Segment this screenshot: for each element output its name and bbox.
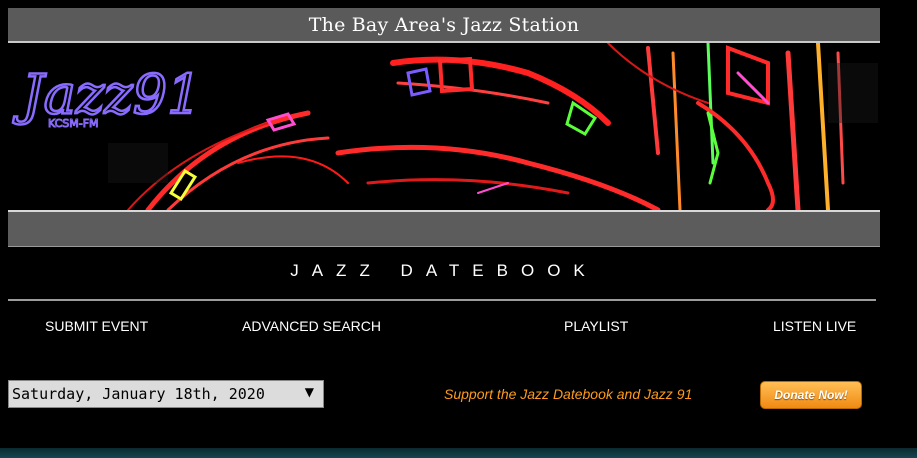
support-text[interactable]: Support the Jazz Datebook and Jazz 91 [444,386,692,402]
dotted-texture [108,63,878,183]
divider [8,299,876,301]
donate-button[interactable]: Donate Now! [760,381,862,409]
header-bar: The Bay Area's Jazz Station [8,8,880,43]
page-title: JAZZ DATEBOOK [290,261,598,280]
date-select-value: Saturday, January 18th, 2020 [12,385,265,403]
jazz91-logo: Jazz91 KCSM-FM [11,62,203,131]
nav-listen-live[interactable]: LISTEN LIVE [773,318,856,334]
banner-art: Jazz91 KCSM-FM [11,43,878,210]
neon-art [127,43,845,210]
nav-submit-event[interactable]: SUBMIT EVENT [45,318,148,334]
chevron-down-icon[interactable]: ▼ [305,385,314,399]
svg-text:Jazz91: Jazz91 [12,63,201,126]
banner-footer-bar [8,210,880,247]
content-strip [0,448,917,458]
nav-advanced-search[interactable]: ADVANCED SEARCH [242,318,381,334]
svg-text:KCSM-FM: KCSM-FM [48,117,99,130]
nav-playlist[interactable]: PLAYLIST [564,318,628,334]
date-select[interactable]: Saturday, January 18th, 2020 ▼ [8,380,324,408]
station-tagline: The Bay Area's Jazz Station [308,13,580,36]
jazz-banner[interactable]: Jazz91 KCSM-FM [8,43,880,210]
